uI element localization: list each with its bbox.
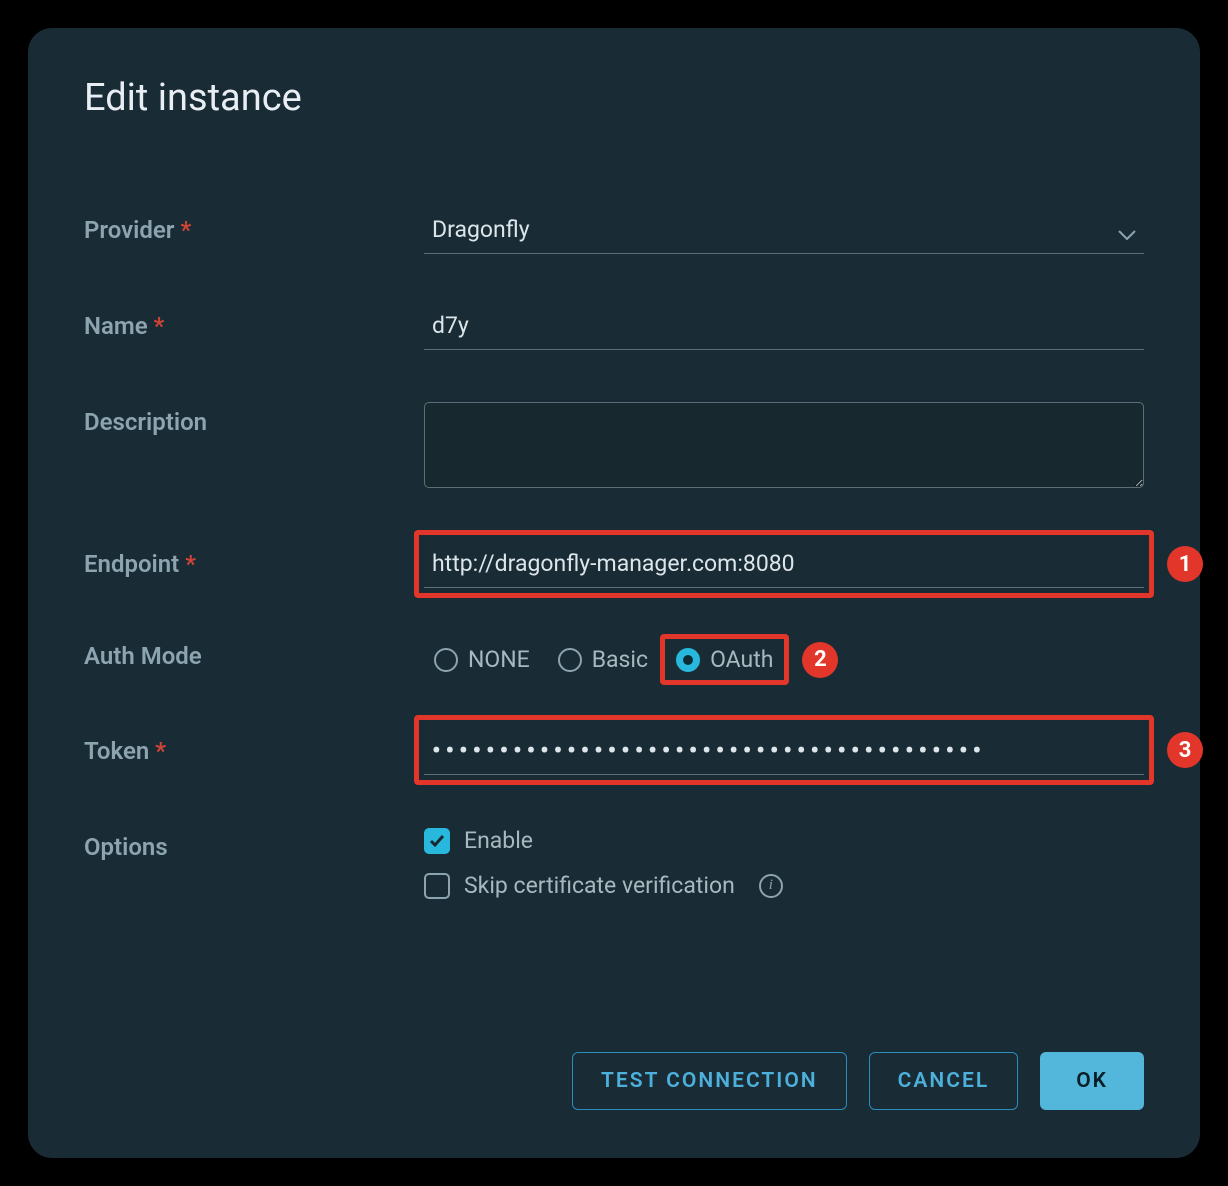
required-indicator: * [155,737,166,765]
options-label: Options [84,827,424,861]
provider-value: Dragonfly [432,216,530,243]
radio-icon [558,648,582,672]
endpoint-row: Endpoint* 1 [84,544,1144,588]
token-label: Token* [84,731,424,765]
modal-title: Edit instance [84,76,1144,120]
callout-number-2: 2 [802,642,838,678]
radio-icon [434,648,458,672]
callout-number-3: 3 [1167,732,1203,768]
callout-oauth: 2 [660,634,789,685]
token-row: Token* 3 [84,731,1144,775]
auth-mode-label: Auth Mode [84,636,424,670]
callout-endpoint: 1 [414,530,1154,598]
test-connection-button[interactable]: TEST CONNECTION [572,1052,847,1110]
endpoint-label: Endpoint* [84,544,424,578]
auth-mode-basic[interactable]: Basic [548,640,658,679]
provider-select[interactable]: Dragonfly [424,210,1144,254]
name-row: Name* [84,306,1144,350]
required-indicator: * [185,550,196,578]
callout-token: 3 [414,715,1154,785]
ok-button[interactable]: OK [1040,1052,1144,1110]
provider-label: Provider* [84,210,424,244]
button-row: TEST CONNECTION CANCEL OK [572,1052,1144,1110]
option-enable[interactable]: Enable [424,827,1144,854]
description-row: Description [84,402,1144,492]
options-row: Options Enable Skip certificate verifica… [84,827,1144,899]
checkbox-checked-icon [424,828,450,854]
cancel-button[interactable]: CANCEL [869,1052,1019,1110]
provider-row: Provider* Dragonfly [84,210,1144,254]
checkbox-icon [424,873,450,899]
required-indicator: * [154,312,165,340]
name-input[interactable] [424,306,1144,350]
callout-number-1: 1 [1167,546,1203,582]
description-textarea[interactable] [424,402,1144,488]
auth-mode-row: Auth Mode NONE Basic 2 OAuth [84,636,1144,683]
chevron-down-icon [1118,225,1136,235]
auth-mode-none[interactable]: NONE [424,640,540,679]
auth-mode-oauth[interactable]: 2 OAuth [666,640,783,679]
auth-mode-radio-group: NONE Basic 2 OAuth [424,636,1144,683]
options-checkbox-group: Enable Skip certificate verification i [424,827,1144,899]
option-skip-cert[interactable]: Skip certificate verification i [424,872,1144,899]
required-indicator: * [180,216,191,244]
description-label: Description [84,402,424,436]
info-icon[interactable]: i [759,874,783,898]
name-label: Name* [84,306,424,340]
edit-instance-modal: Edit instance Provider* Dragonfly Name* … [28,28,1200,1158]
